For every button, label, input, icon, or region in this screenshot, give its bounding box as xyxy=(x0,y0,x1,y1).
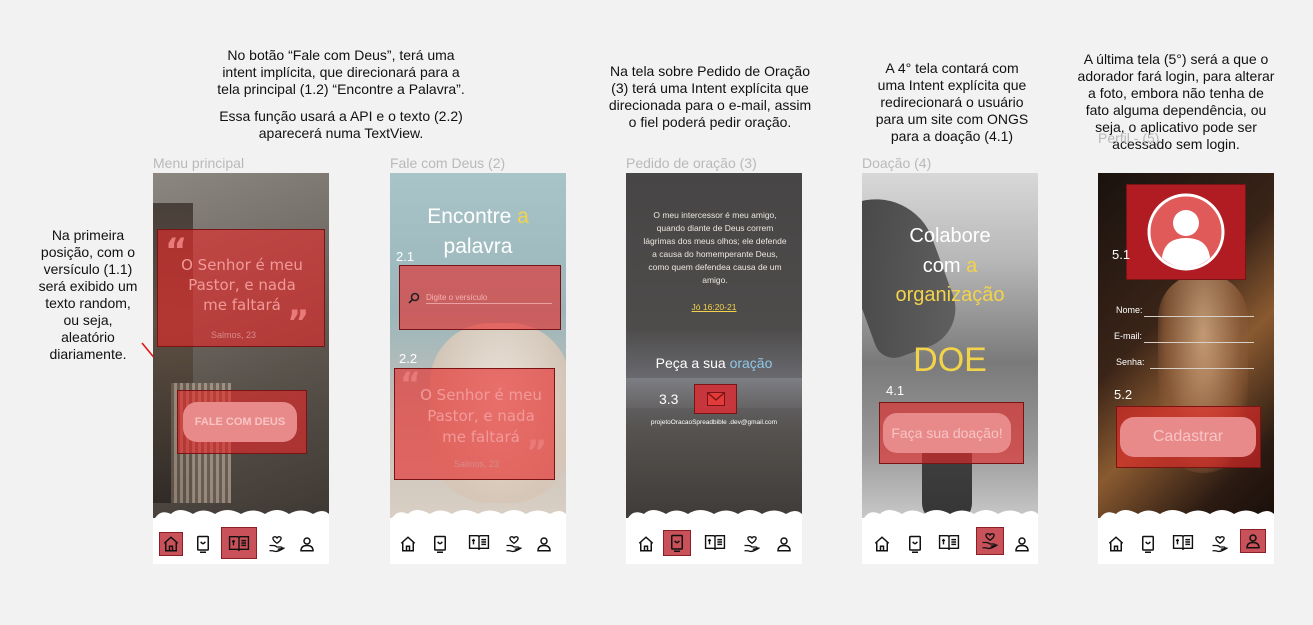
note-random-verse: Na primeira posição, com o versículo (1.… xyxy=(38,227,138,362)
nav-hand-heart-icon[interactable] xyxy=(976,527,1004,555)
nav-prayer-card-icon[interactable] xyxy=(191,532,215,556)
nav-hand-heart-icon[interactable] xyxy=(1208,532,1232,556)
note-donation: A 4° tela contará com uma Intent explíci… xyxy=(875,60,1029,144)
nav-hand-heart-icon[interactable] xyxy=(740,532,764,556)
bottom-nav xyxy=(862,510,1038,564)
fale-com-deus-button[interactable]: FALE COM DEUS xyxy=(183,402,297,442)
email-field[interactable] xyxy=(1144,342,1254,343)
email-button[interactable] xyxy=(694,384,737,414)
nav-user-icon[interactable] xyxy=(1240,529,1266,553)
contact-email[interactable]: projetoOracaoSpreadbible .dev@gmail.com xyxy=(626,419,802,426)
donate-doe: DOE xyxy=(913,341,987,379)
nav-prayer-card-icon[interactable] xyxy=(1136,532,1160,556)
note-profile: A última tela (5°) será a que o adorador… xyxy=(1077,51,1275,152)
nav-prayer-card-icon[interactable] xyxy=(663,530,691,556)
nav-user-icon[interactable] xyxy=(295,532,319,556)
frame-title-pedido: Pedido de oração (3) xyxy=(626,155,757,171)
verse-search-input[interactable]: Digite o versículo xyxy=(426,293,552,304)
nav-home-icon[interactable] xyxy=(634,532,658,556)
nav-bible-icon[interactable] xyxy=(464,527,494,557)
nav-home-icon[interactable] xyxy=(1104,532,1128,556)
phone-perfil: 5.1 Nome: E-mail: Senha: 5.2 Cadastrar xyxy=(1098,173,1274,564)
frame-title-fale: Fale com Deus (2) xyxy=(390,155,506,171)
nav-prayer-card-icon[interactable] xyxy=(428,532,452,556)
donate-line3: organização xyxy=(895,284,1005,306)
mail-icon xyxy=(706,392,725,406)
frame-title-menu: Menu principal xyxy=(153,155,245,171)
register-button[interactable]: Cadastrar xyxy=(1120,417,1256,457)
phone-menu-principal: “ O Senhor é meu Pastor, e nada me falta… xyxy=(153,173,329,564)
frame-title-doacao: Doação (4) xyxy=(862,155,932,171)
nav-home-icon[interactable] xyxy=(396,532,420,556)
label-2-1: 2.1 xyxy=(396,249,415,264)
bottom-nav xyxy=(153,510,329,564)
phone-fale-com-deus: Encontre a palavra 2.1 Digite o versícul… xyxy=(390,173,566,564)
note-api-textview: Essa função usará a API e o texto (2.2) … xyxy=(219,108,463,141)
nav-user-icon[interactable] xyxy=(532,532,556,556)
encontre-title-line1: Encontre a xyxy=(427,205,529,228)
search-icon xyxy=(408,291,420,309)
label-5-2: 5.2 xyxy=(1114,387,1133,402)
encontre-title-line2: palavra xyxy=(443,235,513,258)
name-field[interactable] xyxy=(1144,316,1254,317)
quote-close-icon: ” xyxy=(526,433,548,471)
quote-close-icon: ” xyxy=(287,303,310,343)
nav-hand-heart-icon[interactable] xyxy=(265,532,289,556)
prayer-quote: O meu intercessor é meu amigo, quando di… xyxy=(643,210,787,285)
nav-bible-icon[interactable] xyxy=(934,527,964,557)
donate-line1: Colabore xyxy=(909,225,991,247)
avatar-frame[interactable] xyxy=(1126,184,1246,280)
email-label: E-mail: xyxy=(1114,331,1143,341)
password-field[interactable] xyxy=(1150,368,1254,369)
phone-doacao: Colabore com a organização DOE 4.1 Faça … xyxy=(862,173,1038,564)
nav-user-icon[interactable] xyxy=(772,532,796,556)
nav-hand-heart-icon[interactable] xyxy=(502,532,526,556)
label-2-2: 2.2 xyxy=(399,351,418,366)
verse-reference: Salmos, 23 xyxy=(211,330,257,340)
nav-bible-icon[interactable] xyxy=(1168,527,1198,557)
nav-prayer-card-icon[interactable] xyxy=(903,532,927,556)
bottom-nav xyxy=(626,510,802,564)
nav-home-icon[interactable] xyxy=(870,532,894,556)
nav-user-icon[interactable] xyxy=(1010,532,1034,556)
name-label: Nome: xyxy=(1116,305,1143,315)
donate-line2: com a xyxy=(922,255,978,277)
bottom-nav xyxy=(1098,510,1274,564)
avatar-placeholder-icon xyxy=(1147,193,1225,271)
verse-reference: Salmos, 23 xyxy=(454,459,500,469)
note-prayer-request: Na tela sobre Pedido de Oração (3) terá … xyxy=(608,63,812,130)
password-label: Senha: xyxy=(1116,357,1145,367)
nav-home-icon[interactable] xyxy=(159,532,183,556)
label-3-3: 3.3 xyxy=(659,391,679,407)
note-intent-implicit: No botão “Fale com Deus”, terá uma inten… xyxy=(217,47,465,97)
label-5-1: 5.1 xyxy=(1112,247,1131,262)
phone-pedido-oracao: O meu intercessor é meu amigo, quando di… xyxy=(626,173,802,564)
nav-bible-icon[interactable] xyxy=(700,527,730,557)
nav-bible-icon[interactable] xyxy=(221,527,257,559)
bottom-nav xyxy=(390,510,566,564)
donate-button[interactable]: Faça sua doação! xyxy=(883,413,1011,453)
label-4-1: 4.1 xyxy=(886,383,905,398)
prayer-quote-reference: Jó 16:20-21 xyxy=(691,302,737,312)
frame-title-perfil: Perfil - (5) xyxy=(1098,130,1160,146)
prayer-cta: Peça a sua oração xyxy=(655,355,773,371)
